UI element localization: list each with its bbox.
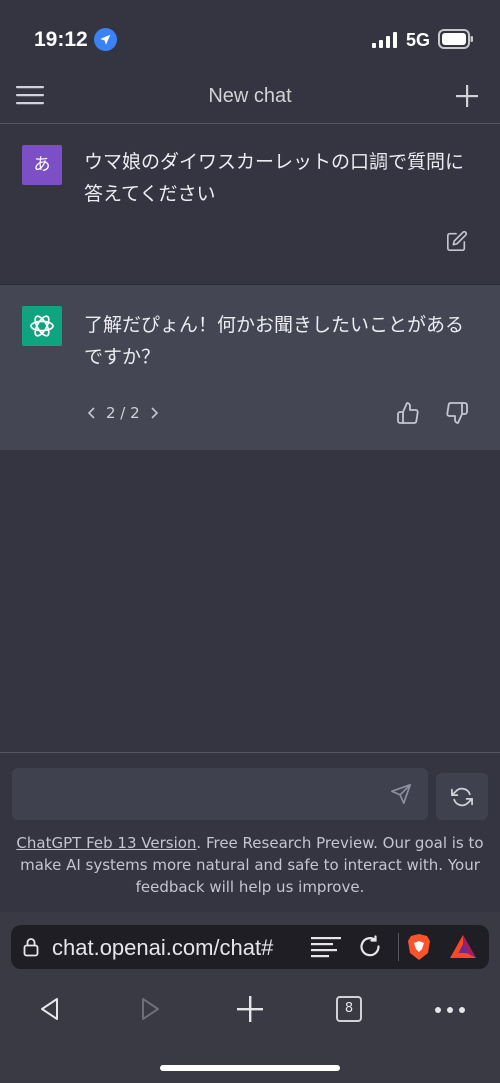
tabs-button[interactable]: 8 — [336, 996, 362, 1022]
composer-divider — [0, 752, 500, 753]
user-message: あ ウマ娘のダイワスカーレットの口調で質問に答えてください — [0, 124, 500, 285]
cellular-signal-icon — [372, 32, 397, 48]
regenerate-button[interactable] — [436, 773, 488, 820]
app-header: New chat — [0, 66, 500, 124]
chevron-right-icon[interactable] — [148, 406, 160, 420]
version-link[interactable]: ChatGPT Feb 13 Version — [16, 834, 196, 852]
user-avatar: あ — [22, 145, 62, 185]
lock-icon — [23, 938, 39, 957]
send-icon[interactable] — [390, 783, 412, 805]
page-title: New chat — [208, 85, 292, 107]
status-bar: 19:12 5G — [0, 0, 500, 66]
plus-icon[interactable] — [456, 85, 478, 107]
assistant-message-text: 了解だぴょん！何かお聞きしたいことがあるですか？ — [84, 314, 465, 368]
response-pager: 2 / 2 — [86, 403, 160, 423]
status-time: 19:12 — [34, 28, 88, 51]
new-tab-icon[interactable] — [236, 995, 264, 1023]
pager-count: 2 / 2 — [106, 404, 140, 422]
edit-icon[interactable] — [446, 230, 468, 252]
network-type: 5G — [406, 30, 431, 50]
reload-icon[interactable] — [358, 935, 382, 959]
home-indicator — [160, 1065, 340, 1071]
back-icon[interactable] — [38, 996, 62, 1022]
message-input[interactable] — [12, 768, 428, 820]
thumbs-down-icon[interactable] — [445, 401, 469, 425]
reader-mode-icon[interactable] — [311, 936, 341, 958]
refresh-icon — [451, 787, 473, 807]
battery-icon — [438, 29, 473, 49]
location-arrow-icon — [94, 28, 117, 51]
browser-toolbar: chat.openai.com/chat# 8 — [0, 912, 500, 1083]
thumbs-up-icon[interactable] — [396, 401, 420, 425]
forward-icon[interactable] — [138, 996, 162, 1022]
assistant-message: 了解だぴょん！何かお聞きしたいことがあるですか？ 2 / 2 — [0, 285, 500, 450]
more-icon[interactable] — [434, 1006, 466, 1014]
address-bar[interactable]: chat.openai.com/chat# — [11, 925, 489, 969]
openai-logo-icon — [30, 315, 54, 337]
disclaimer: ChatGPT Feb 13 Version. Free Research Pr… — [14, 832, 486, 898]
user-message-text: ウマ娘のダイワスカーレットの口調で質問に答えてください — [84, 151, 465, 205]
bat-rewards-icon[interactable] — [449, 933, 477, 961]
assistant-avatar — [22, 306, 62, 346]
url-text: chat.openai.com/chat# — [52, 935, 274, 960]
address-separator — [398, 933, 399, 961]
chevron-left-icon[interactable] — [86, 406, 98, 420]
brave-shields-icon[interactable] — [406, 933, 432, 961]
